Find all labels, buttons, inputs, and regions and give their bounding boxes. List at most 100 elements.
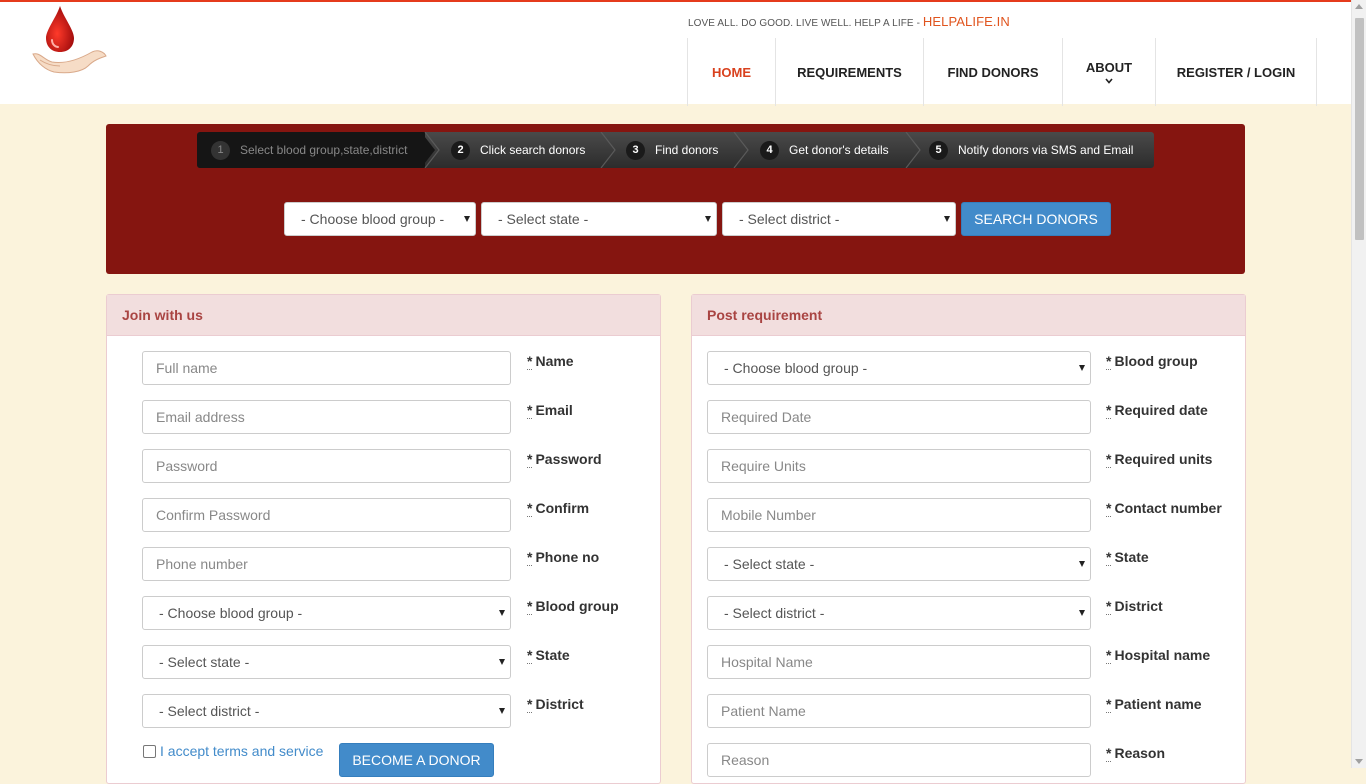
- dropdown-arrow-icon: [1079, 610, 1085, 616]
- name-label-text: Name: [535, 353, 574, 369]
- nav-register-login[interactable]: REGISTER / LOGIN: [1155, 38, 1317, 106]
- patient-name-input[interactable]: Patient Name: [707, 694, 1091, 728]
- terms-link[interactable]: I accept terms and service: [160, 743, 323, 759]
- scroll-up-arrow-icon[interactable]: [1355, 4, 1363, 9]
- step-2: 2 Click search donors: [451, 132, 585, 168]
- mobile-number-input[interactable]: Mobile Number: [707, 498, 1091, 532]
- step-separator-icon: [905, 132, 921, 168]
- join-district-select[interactable]: - Select district -: [142, 694, 511, 728]
- req-district-label: * District: [1106, 598, 1163, 615]
- scroll-down-arrow-icon[interactable]: [1355, 759, 1363, 764]
- required-mark: *: [527, 402, 533, 419]
- phone-label: * Phone no: [527, 549, 600, 566]
- password-label: * Password: [527, 451, 602, 468]
- dropdown-arrow-icon: [1079, 365, 1085, 371]
- nav-find-donors[interactable]: FIND DONORS: [923, 38, 1062, 106]
- join-district-value: - Select district -: [159, 703, 260, 719]
- terms-checkbox[interactable]: [143, 744, 156, 758]
- req-district-select[interactable]: - Select district -: [707, 596, 1091, 630]
- confirm-password-input[interactable]: Confirm Password: [142, 498, 511, 532]
- step-2-label: Click search donors: [480, 143, 586, 157]
- step-separator-icon: [733, 132, 749, 168]
- required-date-input[interactable]: Required Date: [707, 400, 1091, 434]
- required-mark: *: [1106, 451, 1112, 468]
- phone-label-text: Phone no: [535, 549, 600, 565]
- req-state-label-text: State: [1114, 549, 1149, 565]
- step-5-label: Notify donors via SMS and Email: [958, 143, 1134, 157]
- confirm-label-text: Confirm: [535, 500, 590, 516]
- search-blood-group-select[interactable]: - Choose blood group -: [284, 202, 476, 236]
- required-units-input[interactable]: Require Units: [707, 449, 1091, 483]
- required-mark: *: [1106, 549, 1112, 566]
- name-label: * Name: [527, 353, 574, 370]
- hospital-name-label-text: Hospital name: [1114, 647, 1211, 663]
- step-1: 1 Select blood group,state,district: [197, 132, 425, 168]
- search-blood-group-value: - Choose blood group -: [301, 211, 445, 227]
- main-nav: HOME REQUIREMENTS FIND DONORS ABOUT REGI…: [687, 38, 1317, 106]
- full-name-input[interactable]: Full name: [142, 351, 511, 385]
- contact-number-label-text: Contact number: [1114, 500, 1222, 516]
- join-panel-title: Join with us: [107, 295, 660, 336]
- step-separator-icon: [600, 132, 616, 168]
- search-steps: 1 Select blood group,state,district 2 Cl…: [197, 132, 1154, 168]
- page-scrollbar[interactable]: [1351, 0, 1366, 768]
- search-donors-button[interactable]: SEARCH DONORS: [961, 202, 1111, 236]
- blood-group-label: * Blood group: [527, 598, 619, 615]
- header: LOVE ALL. DO GOOD. LIVE WELL. HELP A LIF…: [0, 0, 1351, 106]
- chevron-down-icon: [1105, 77, 1113, 84]
- phone-input[interactable]: Phone number: [142, 547, 511, 581]
- tagline-separator: -: [913, 18, 923, 29]
- blood-drop-hand-logo[interactable]: [30, 4, 112, 78]
- join-panel: Join with us Full name * Name Email addre…: [106, 294, 661, 784]
- district-label-text: District: [535, 696, 584, 712]
- post-panel-title: Post requirement: [692, 295, 1245, 336]
- hospital-name-input[interactable]: Hospital Name: [707, 645, 1091, 679]
- nav-about-label: ABOUT: [1085, 59, 1133, 75]
- step-5-number: 5: [929, 140, 948, 160]
- tagline: LOVE ALL. DO GOOD. LIVE WELL. HELP A LIF…: [688, 14, 1010, 29]
- step-4: 4 Get donor's details: [760, 132, 889, 168]
- email-label-text: Email: [535, 402, 573, 418]
- search-state-select[interactable]: - Select state -: [481, 202, 717, 236]
- required-mark: *: [1106, 696, 1112, 713]
- terms-row: I accept terms and service: [143, 743, 323, 759]
- nav-home[interactable]: HOME: [687, 38, 775, 106]
- req-state-label: * State: [1106, 549, 1149, 566]
- join-blood-group-select[interactable]: - Choose blood group -: [142, 596, 511, 630]
- dropdown-arrow-icon: [464, 216, 470, 222]
- required-mark: *: [527, 647, 533, 664]
- step-3-label: Find donors: [655, 143, 719, 157]
- post-requirement-panel: Post requirement - Choose blood group - …: [691, 294, 1246, 784]
- req-blood-group-select[interactable]: - Choose blood group -: [707, 351, 1091, 385]
- search-district-select[interactable]: - Select district -: [722, 202, 956, 236]
- req-blood-group-label: * Blood group: [1106, 353, 1198, 370]
- password-input[interactable]: Password: [142, 449, 511, 483]
- scroll-thumb[interactable]: [1355, 18, 1364, 240]
- required-mark: *: [527, 696, 533, 713]
- dropdown-arrow-icon: [499, 708, 505, 714]
- email-label: * Email: [527, 402, 573, 419]
- search-state-value: - Select state -: [498, 211, 589, 227]
- reason-input[interactable]: Reason: [707, 743, 1091, 777]
- join-state-value: - Select state -: [159, 654, 250, 670]
- required-mark: *: [1106, 402, 1112, 419]
- nav-about[interactable]: ABOUT: [1062, 38, 1155, 106]
- reason-label-text: Reason: [1114, 745, 1166, 761]
- nav-home-label: HOME: [712, 64, 751, 80]
- site-name[interactable]: HELPALIFE.IN: [923, 14, 1010, 29]
- req-blood-group-label-text: Blood group: [1114, 353, 1198, 369]
- become-donor-button[interactable]: BECOME A DONOR: [339, 743, 494, 777]
- email-input[interactable]: Email address: [142, 400, 511, 434]
- step-1-label: Select blood group,state,district: [240, 143, 408, 157]
- required-mark: *: [527, 451, 533, 468]
- required-mark: *: [1106, 745, 1112, 762]
- join-state-select[interactable]: - Select state -: [142, 645, 511, 679]
- district-label: * District: [527, 696, 584, 713]
- dropdown-arrow-icon: [499, 610, 505, 616]
- tagline-text: LOVE ALL. DO GOOD. LIVE WELL. HELP A LIF…: [688, 18, 914, 29]
- dropdown-arrow-icon: [944, 216, 950, 222]
- blood-group-label-text: Blood group: [535, 598, 619, 614]
- req-state-select[interactable]: - Select state -: [707, 547, 1091, 581]
- nav-requirements[interactable]: REQUIREMENTS: [775, 38, 923, 106]
- contact-number-label: * Contact number: [1106, 500, 1222, 517]
